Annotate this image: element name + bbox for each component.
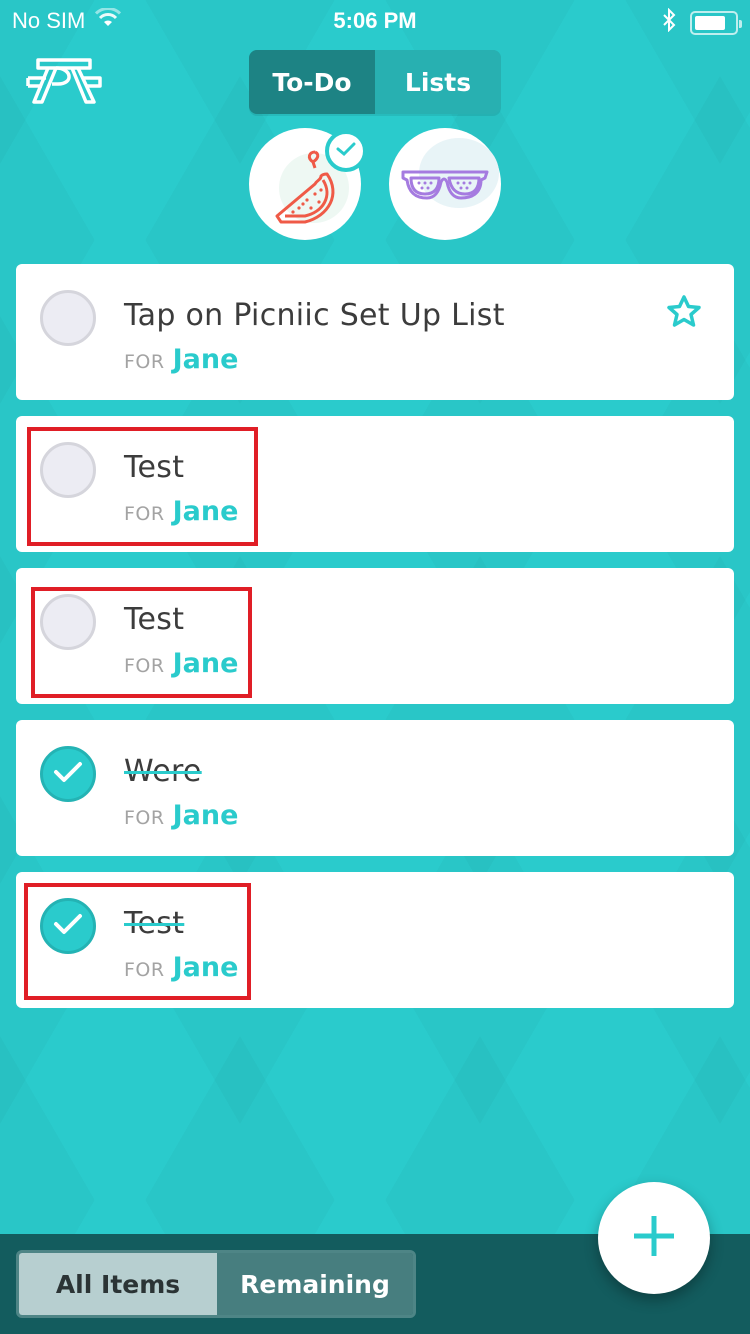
view-segmented-control: To-Do Lists [249, 50, 501, 114]
checkmark-icon [336, 141, 356, 161]
status-time: 5:06 PM [333, 8, 417, 33]
highlight-box [31, 587, 252, 698]
bluetooth-icon [662, 7, 676, 38]
task-assignee-line: FOR Jane [124, 800, 238, 831]
list-avatar-sunglasses[interactable] [389, 128, 501, 240]
list-avatar-watermelon[interactable] [249, 128, 367, 240]
task-card[interactable]: Were FOR Jane [16, 720, 734, 856]
task-assignee-line: FOR Jane [124, 344, 238, 375]
filter-segmented-control: All Items Remaining [16, 1250, 416, 1318]
tab-to-do[interactable]: To-Do [249, 50, 375, 114]
task-checkbox-checked[interactable] [40, 746, 96, 802]
checkmark-icon [53, 760, 83, 788]
task-checkbox[interactable] [40, 290, 96, 346]
assignee-name: Jane [172, 800, 239, 831]
star-icon[interactable] [666, 294, 702, 332]
sunglasses-icon [399, 164, 491, 210]
highlight-box [24, 883, 251, 1000]
for-label: FOR [124, 807, 165, 829]
picnic-table-logo-icon[interactable] [24, 56, 104, 106]
task-title: Tap on Picniic Set Up List [124, 298, 505, 333]
assignee-name: Jane [172, 344, 239, 375]
plus-icon [630, 1212, 678, 1264]
for-label: FOR [124, 351, 165, 373]
status-bar: No SIM 5:06 PM [0, 0, 750, 40]
battery-icon [690, 11, 742, 35]
selected-check-badge [325, 130, 367, 172]
filter-remaining[interactable]: Remaining [217, 1253, 413, 1315]
tab-lists[interactable]: Lists [375, 50, 501, 114]
task-title: Were [124, 754, 202, 789]
add-task-button[interactable] [598, 1182, 710, 1294]
task-card[interactable]: Tap on Picniic Set Up List FOR Jane [16, 264, 734, 400]
highlight-box [27, 427, 258, 546]
filter-all-items[interactable]: All Items [19, 1253, 217, 1315]
